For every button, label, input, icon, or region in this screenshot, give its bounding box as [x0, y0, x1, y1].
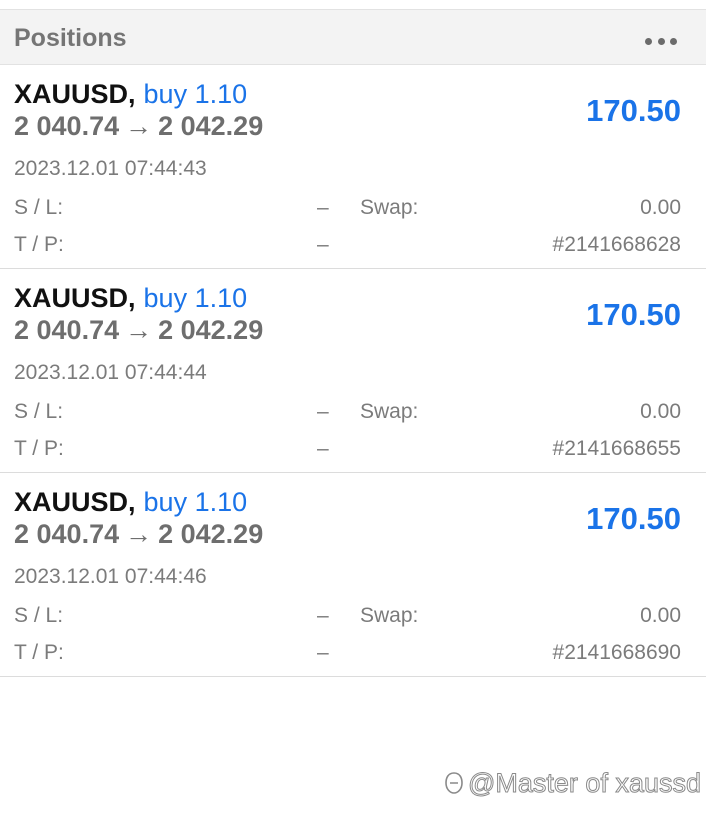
swap-value: 0.00	[640, 196, 681, 219]
ticket-number: #2141668628	[552, 233, 681, 256]
swap-label: Swap:	[360, 604, 419, 627]
tp-value: –	[317, 233, 329, 256]
symbol-line: XAUUSD, buy 1.10	[14, 283, 248, 313]
sl-value: –	[317, 604, 329, 627]
position-item[interactable]: XAUUSD, buy 1.10 2 040.74 → 2 042.29 170.50…	[0, 269, 706, 473]
watermark-text: @Master of xaussd	[468, 768, 702, 799]
sl-value: –	[317, 400, 329, 423]
swap-label: Swap:	[360, 196, 419, 219]
swap-value: 0.00	[640, 604, 681, 627]
ticket-number: #2141668690	[552, 641, 681, 664]
position-side: buy 1.10	[143, 487, 248, 517]
arrow-right-icon: →	[125, 519, 153, 549]
symbol: XAUUSD	[14, 487, 129, 517]
profit: 170.50	[586, 501, 681, 536]
tp-value: –	[317, 641, 329, 664]
open-time: 2023.12.01 07:44:43	[14, 157, 207, 180]
profit: 170.50	[586, 93, 681, 128]
open-price: 2 040.74	[14, 519, 120, 549]
price-line: 2 040.74 → 2 042.29	[14, 315, 263, 346]
current-price: 2 042.29	[158, 519, 264, 549]
watermark-logo-icon	[445, 772, 463, 794]
tp-label: T / P:	[14, 233, 64, 256]
current-price: 2 042.29	[158, 315, 264, 345]
position-item[interactable]: XAUUSD, buy 1.10 2 040.74 → 2 042.29 170.50…	[0, 65, 706, 269]
position-side: buy 1.10	[143, 79, 248, 109]
symbol-line: XAUUSD, buy 1.10	[14, 79, 248, 109]
sl-label: S / L:	[14, 400, 64, 423]
tp-label: T / P:	[14, 641, 64, 664]
sl-label: S / L:	[14, 196, 64, 219]
current-price: 2 042.29	[158, 111, 264, 141]
sl-label: S / L:	[14, 604, 64, 627]
open-price: 2 040.74	[14, 315, 120, 345]
profit: 170.50	[586, 297, 681, 332]
swap-value: 0.00	[640, 400, 681, 423]
price-line: 2 040.74 → 2 042.29	[14, 111, 263, 142]
open-price: 2 040.74	[14, 111, 120, 141]
ticket-number: #2141668655	[552, 437, 681, 460]
tp-value: –	[317, 437, 329, 460]
open-time: 2023.12.01 07:44:44	[14, 361, 207, 384]
positions-header: Positions	[0, 9, 706, 65]
swap-label: Swap:	[360, 400, 419, 423]
arrow-right-icon: →	[125, 111, 153, 141]
tp-label: T / P:	[14, 437, 64, 460]
arrow-right-icon: →	[125, 315, 153, 345]
position-side: buy 1.10	[143, 283, 248, 313]
sl-value: –	[317, 196, 329, 219]
watermark: @Master of xaussd	[444, 768, 702, 799]
more-horizontal-icon[interactable]	[645, 37, 677, 45]
symbol-line: XAUUSD, buy 1.10	[14, 487, 248, 517]
symbol: XAUUSD	[14, 79, 129, 109]
price-line: 2 040.74 → 2 042.29	[14, 519, 263, 550]
page-title: Positions	[14, 24, 127, 52]
position-item[interactable]: XAUUSD, buy 1.10 2 040.74 → 2 042.29 170.50…	[0, 473, 706, 677]
symbol: XAUUSD	[14, 283, 129, 313]
open-time: 2023.12.01 07:44:46	[14, 565, 207, 588]
